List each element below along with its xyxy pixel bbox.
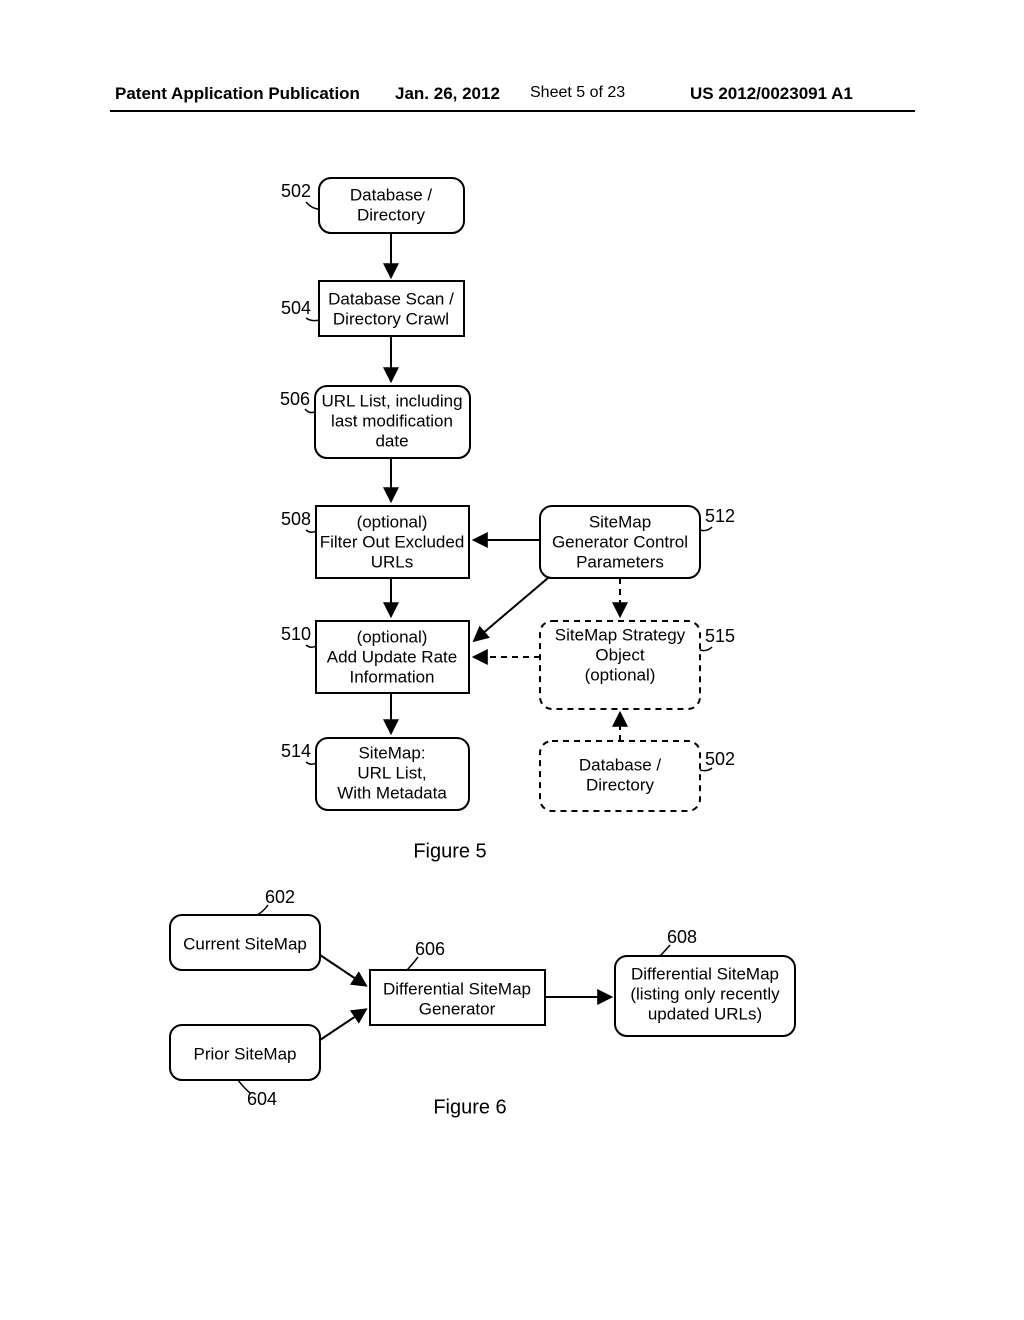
lead-515 xyxy=(700,647,712,651)
fig5-ref-504: 504 xyxy=(281,298,311,318)
lead-512 xyxy=(700,527,712,531)
fig5-ref-515: 515 xyxy=(705,626,735,646)
page: Patent Application Publication Jan. 26, … xyxy=(0,0,1024,1320)
fig5-ref-514: 514 xyxy=(281,741,311,761)
lead-502 xyxy=(306,202,319,209)
fig5-502b-line1: Database / xyxy=(579,755,661,774)
fig5-515-line1: SiteMap Strategy xyxy=(555,625,686,644)
fig5-504-line2: Directory Crawl xyxy=(333,309,449,328)
fig5-510-line3: Information xyxy=(349,667,434,686)
fig6-606-line2: Generator xyxy=(419,999,496,1018)
fig6-608-line1: Differential SiteMap xyxy=(631,964,779,983)
fig5-502b-line2: Directory xyxy=(586,775,655,794)
fig5-504-line1: Database Scan / xyxy=(328,289,454,308)
fig5-512-line3: Parameters xyxy=(576,552,664,571)
fig6-608-line2: (listing only recently xyxy=(630,984,780,1003)
fig5-ref-506: 506 xyxy=(280,389,310,409)
lead-608 xyxy=(660,945,670,956)
lead-504 xyxy=(306,318,319,321)
arrow-602-606 xyxy=(320,955,365,985)
fig5-502-line1: Database / xyxy=(350,185,432,204)
fig6-ref-602: 602 xyxy=(265,887,295,907)
fig5-506-line1: URL List, including xyxy=(321,391,462,410)
fig6-606-line1: Differential SiteMap xyxy=(383,979,531,998)
lead-506 xyxy=(305,409,315,413)
lead-508 xyxy=(306,530,316,532)
fig5-512-line2: Generator Control xyxy=(552,532,688,551)
fig5-ref-508: 508 xyxy=(281,509,311,529)
figures-svg: Database / Directory 502 Database Scan /… xyxy=(0,0,1024,1320)
fig5-caption: Figure 5 xyxy=(413,840,486,862)
fig5-508-line2: Filter Out Excluded xyxy=(320,532,465,551)
lead-606 xyxy=(407,957,418,970)
fig5-508-line3: URLs xyxy=(371,552,414,571)
arrow-512-510 xyxy=(475,578,548,640)
fig5-515-line3: (optional) xyxy=(585,665,656,684)
lead-510 xyxy=(306,645,316,647)
fig5-ref-510: 510 xyxy=(281,624,311,644)
fig5-512-line1: SiteMap xyxy=(589,512,651,531)
fig5-508-line1: (optional) xyxy=(357,512,428,531)
fig6-ref-604: 604 xyxy=(247,1089,277,1109)
fig5-515-line2: Object xyxy=(595,645,644,664)
fig5-502-line2: Directory xyxy=(357,205,426,224)
fig5-ref-502: 502 xyxy=(281,181,311,201)
fig5-514-line1: SiteMap: xyxy=(358,743,425,762)
lead-602 xyxy=(257,905,268,915)
fig5-510-line1: (optional) xyxy=(357,627,428,646)
lead-604 xyxy=(238,1080,250,1093)
arrow-604-606 xyxy=(320,1010,365,1040)
fig5-ref-502b: 502 xyxy=(705,749,735,769)
fig5-506-line2: last modification xyxy=(331,411,453,430)
fig6-608-line3: updated URLs) xyxy=(648,1004,762,1023)
lead-514 xyxy=(306,762,316,764)
fig5-514-line3: With Metadata xyxy=(337,783,447,802)
fig5-ref-512: 512 xyxy=(705,506,735,526)
fig6-caption: Figure 6 xyxy=(433,1096,506,1118)
fig6-ref-608: 608 xyxy=(667,927,697,947)
fig6-604-line1: Prior SiteMap xyxy=(194,1044,297,1063)
fig5-514-line2: URL List, xyxy=(357,763,426,782)
fig6-602-line1: Current SiteMap xyxy=(183,934,307,953)
fig6-ref-606: 606 xyxy=(415,939,445,959)
fig5-510-line2: Add Update Rate xyxy=(327,647,457,666)
fig5-506-line3: date xyxy=(375,431,408,450)
